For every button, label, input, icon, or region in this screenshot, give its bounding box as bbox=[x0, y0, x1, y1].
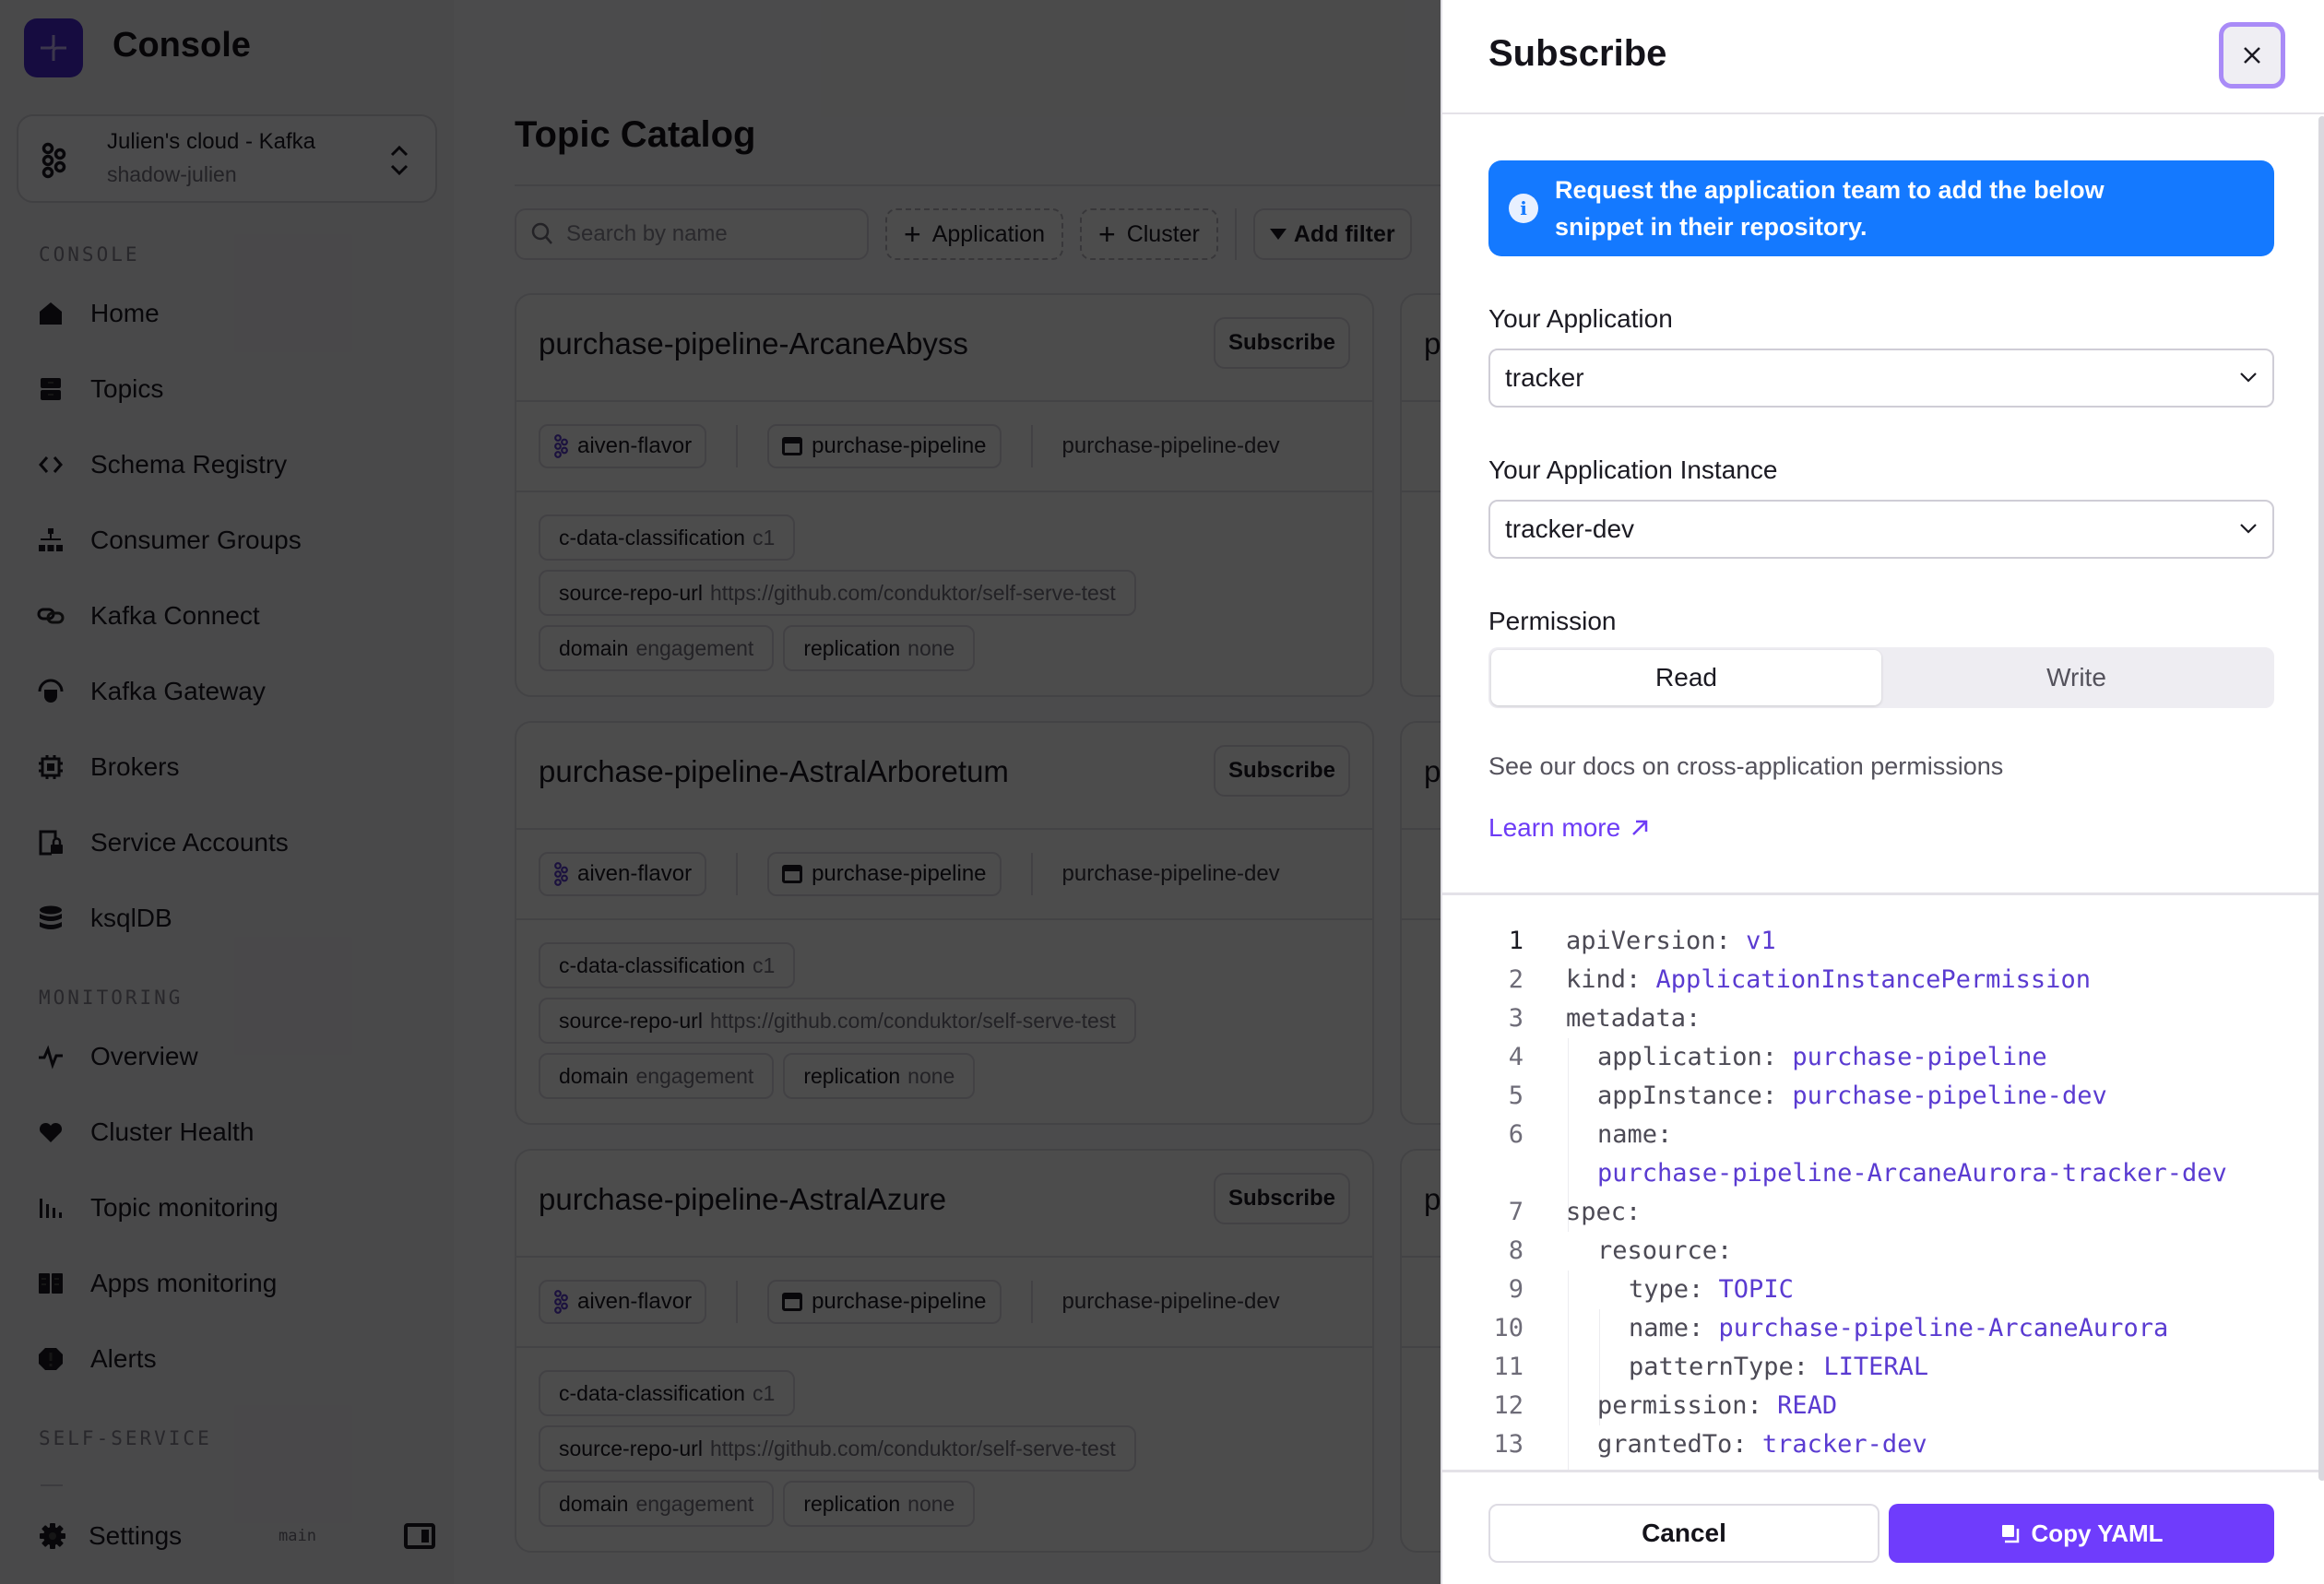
code-line: 11 patternType: LITERAL bbox=[1442, 1348, 2318, 1387]
yaml-key: patternType: bbox=[1629, 1353, 1809, 1381]
external-link-icon bbox=[1632, 820, 1648, 835]
application-select-value: tracker bbox=[1505, 363, 1584, 392]
yaml-key: application: bbox=[1597, 1043, 1778, 1071]
permission-option-write[interactable]: Write bbox=[1881, 650, 2271, 705]
yaml-value: ApplicationInstancePermission bbox=[1655, 965, 2091, 994]
code-text: purchase-pipeline-ArcaneAurora-tracker-d… bbox=[1566, 1154, 2227, 1193]
yaml-key: name: bbox=[1597, 1120, 1673, 1149]
info-banner: i Request the application team to add th… bbox=[1488, 160, 2274, 256]
drawer-title: Subscribe bbox=[1488, 33, 1667, 74]
code-divider bbox=[1442, 892, 2318, 895]
line-number: 11 bbox=[1493, 1353, 1524, 1381]
code-text: resource: bbox=[1566, 1232, 1732, 1271]
line-number: 3 bbox=[1508, 1004, 1524, 1033]
application-label: Your Application bbox=[1488, 304, 1673, 333]
permission-option-read[interactable]: Read bbox=[1491, 650, 1881, 705]
line-number: 9 bbox=[1508, 1275, 1524, 1304]
yaml-value: purchase-pipeline bbox=[1792, 1043, 2047, 1071]
learn-more-label: Learn more bbox=[1488, 813, 1621, 842]
drawer-scrollbar[interactable] bbox=[2318, 116, 2324, 1481]
drawer-header: Subscribe bbox=[1442, 0, 2324, 114]
yaml-value: purchase-pipeline-ArcaneAurora-tracker-d… bbox=[1597, 1159, 2227, 1188]
code-text: appInstance: purchase-pipeline-dev bbox=[1566, 1077, 2107, 1116]
yaml-key: apiVersion: bbox=[1566, 927, 1731, 955]
subscribe-drawer: Subscribe i Request the application team… bbox=[1441, 0, 2324, 1584]
code-line: 2 kind: ApplicationInstancePermission bbox=[1442, 961, 2318, 999]
code-line: 8 resource: bbox=[1442, 1232, 2318, 1271]
code-text: name: purchase-pipeline-ArcaneAurora bbox=[1566, 1309, 2168, 1348]
code-line: 7 spec: bbox=[1442, 1193, 2318, 1232]
line-number: 2 bbox=[1508, 965, 1524, 994]
code-text: spec: bbox=[1566, 1193, 1641, 1232]
yaml-value: READ bbox=[1777, 1391, 1838, 1420]
yaml-key: name: bbox=[1629, 1314, 1704, 1342]
docs-text: See our docs on cross-application permis… bbox=[1488, 752, 2004, 780]
yaml-key: resource: bbox=[1597, 1236, 1733, 1265]
close-icon bbox=[2244, 47, 2260, 64]
code-line: 3 metadata: bbox=[1442, 999, 2318, 1038]
permission-label: Permission bbox=[1488, 607, 1617, 635]
yaml-key: kind: bbox=[1566, 965, 1642, 994]
copy-yaml-button[interactable]: Copy YAML bbox=[1889, 1504, 2274, 1563]
code-text: metadata: bbox=[1566, 999, 1701, 1038]
code-line: 4 application: purchase-pipeline bbox=[1442, 1038, 2318, 1077]
code-line: purchase-pipeline-ArcaneAurora-tracker-d… bbox=[1442, 1154, 2318, 1193]
copy-yaml-label: Copy YAML bbox=[2031, 1519, 2164, 1547]
info-text: Request the application team to add the … bbox=[1555, 176, 2105, 241]
line-number: 6 bbox=[1508, 1120, 1524, 1149]
cancel-button[interactable]: Cancel bbox=[1488, 1504, 1879, 1563]
yaml-key: metadata: bbox=[1566, 1004, 1702, 1033]
code-line: 13 grantedTo: tracker-dev bbox=[1442, 1425, 2318, 1464]
yaml-key: type: bbox=[1629, 1275, 1704, 1304]
application-instance-select[interactable]: tracker-dev bbox=[1488, 500, 2274, 559]
yaml-value: LITERAL bbox=[1823, 1353, 1929, 1381]
code-line: 10 name: purchase-pipeline-ArcaneAurora bbox=[1442, 1309, 2318, 1348]
line-number: 8 bbox=[1508, 1236, 1524, 1265]
line-number: 13 bbox=[1493, 1430, 1524, 1459]
yaml-key: spec: bbox=[1566, 1198, 1642, 1226]
line-number: 4 bbox=[1508, 1043, 1524, 1071]
info-icon: i bbox=[1509, 194, 1538, 223]
code-text: permission: READ bbox=[1566, 1387, 1837, 1425]
chevron-down-icon bbox=[2240, 524, 2257, 534]
yaml-value: purchase-pipeline-dev bbox=[1792, 1082, 2107, 1110]
learn-more-link[interactable]: Learn more bbox=[1488, 813, 1650, 843]
drawer-footer: Cancel Copy YAML bbox=[1442, 1470, 2318, 1584]
yaml-key: grantedTo: bbox=[1597, 1430, 1748, 1459]
yaml-value: tracker-dev bbox=[1761, 1430, 1927, 1459]
code-line: 12 permission: READ bbox=[1442, 1387, 2318, 1425]
code-line: 1 apiVersion: v1 bbox=[1442, 922, 2318, 961]
code-text: kind: ApplicationInstancePermission bbox=[1566, 961, 2091, 999]
application-instance-label: Your Application Instance bbox=[1488, 455, 1778, 484]
yaml-value: TOPIC bbox=[1718, 1275, 1794, 1304]
modal-backdrop[interactable] bbox=[0, 0, 1441, 1584]
permission-toggle: Read Write bbox=[1488, 647, 2274, 708]
code-text: grantedTo: tracker-dev bbox=[1566, 1425, 1927, 1464]
line-number: 5 bbox=[1508, 1082, 1524, 1110]
code-line: 6 name: bbox=[1442, 1116, 2318, 1154]
line-number: 7 bbox=[1508, 1198, 1524, 1226]
chevron-down-icon bbox=[2240, 372, 2257, 383]
close-button[interactable] bbox=[2219, 22, 2285, 89]
line-number: 12 bbox=[1493, 1391, 1524, 1420]
line-number: 10 bbox=[1493, 1314, 1524, 1342]
copy-icon bbox=[2002, 1525, 2020, 1543]
yaml-code-block[interactable]: 1 apiVersion: v1 2 kind: ApplicationInstanc… bbox=[1442, 922, 2318, 1470]
application-instance-select-value: tracker-dev bbox=[1505, 514, 1635, 543]
yaml-key: appInstance: bbox=[1597, 1082, 1778, 1110]
code-text: apiVersion: v1 bbox=[1566, 922, 1776, 961]
yaml-value: purchase-pipeline-ArcaneAurora bbox=[1718, 1314, 2169, 1342]
code-line: 9 type: TOPIC bbox=[1442, 1271, 2318, 1309]
code-text: patternType: LITERAL bbox=[1566, 1348, 1928, 1387]
line-number: 1 bbox=[1508, 927, 1524, 955]
yaml-value: v1 bbox=[1746, 927, 1776, 955]
code-text: name: bbox=[1566, 1116, 1672, 1154]
code-text: type: TOPIC bbox=[1566, 1271, 1794, 1309]
code-text: application: purchase-pipeline bbox=[1566, 1038, 2047, 1077]
yaml-key: permission: bbox=[1597, 1391, 1762, 1420]
code-line: 5 appInstance: purchase-pipeline-dev bbox=[1442, 1077, 2318, 1116]
application-select[interactable]: tracker bbox=[1488, 349, 2274, 408]
